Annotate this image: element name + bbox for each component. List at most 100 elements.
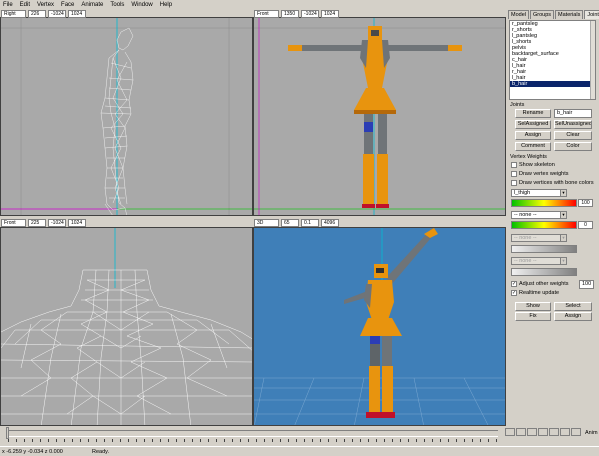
checkbox-box[interactable]: ✓ — [511, 290, 517, 296]
select-value: -- none -- — [514, 212, 537, 218]
far-field[interactable]: 4096 — [321, 219, 339, 227]
chevron-down-icon: ▼ — [560, 190, 566, 196]
zoom-field[interactable]: 226 — [28, 10, 46, 18]
anim-play-button[interactable] — [527, 428, 537, 436]
weight4-slider[interactable] — [511, 268, 577, 276]
panel-tabs: Model Groups Materials Joints — [508, 10, 599, 19]
anim-last-button[interactable] — [549, 428, 559, 436]
joints-section-title: Joints — [510, 102, 525, 108]
checkbox-box[interactable] — [511, 171, 517, 177]
view-select[interactable]: Front — [254, 10, 279, 18]
x-field[interactable]: -1024 — [301, 10, 319, 18]
timeline-thumb[interactable] — [6, 427, 9, 439]
viewport-bottom-right[interactable] — [253, 227, 506, 426]
viewport-toolbar-tr: Front 1350 -1024 1024 — [254, 10, 339, 18]
joint3-select[interactable]: -- none -- ▼ — [511, 234, 567, 242]
checkbox-label: Realtime update — [519, 290, 560, 296]
timeline-track[interactable] — [8, 430, 498, 437]
y-field[interactable]: 1024 — [68, 219, 86, 227]
coordinates-readout: x -6.259 y -0.034 z 0.000 — [2, 448, 63, 455]
wireframe-front-closeup — [1, 228, 252, 425]
view-select[interactable]: Front — [1, 219, 26, 227]
viewport-toolbar-bl: Front 225 -1024 1024 — [1, 219, 86, 227]
joint1-select[interactable]: l_thigh ▼ — [511, 189, 567, 197]
view-select[interactable]: Right — [1, 10, 26, 18]
viewport-top-right[interactable] — [253, 17, 506, 216]
status-text: Ready. — [92, 448, 110, 455]
model-front-view — [254, 18, 505, 215]
animation-timeline: Anim — [0, 426, 599, 446]
color-button[interactable]: Color — [554, 142, 592, 151]
adjust-value-field[interactable]: 100 — [579, 280, 594, 289]
weight2-slider[interactable]: 0 — [511, 221, 593, 229]
comment-button[interactable]: Comment — [515, 142, 551, 151]
zoom-field[interactable]: 1350 — [281, 10, 299, 18]
anim-loop-button[interactable] — [560, 428, 570, 436]
checkbox-box[interactable] — [511, 180, 517, 186]
weight2-value[interactable]: 0 — [578, 221, 593, 229]
tab-model[interactable]: Model — [508, 10, 529, 19]
menu-file[interactable]: File — [3, 2, 13, 8]
show-button[interactable]: Show — [515, 302, 551, 311]
tab-groups[interactable]: Groups — [529, 10, 555, 19]
checkbox-box[interactable]: ✓ — [511, 281, 517, 287]
y-field[interactable]: 1024 — [68, 10, 86, 18]
realtime-update-checkbox[interactable]: ✓ Realtime update — [511, 290, 559, 296]
menu-tools[interactable]: Tools — [110, 2, 124, 8]
view-select[interactable]: 3D — [254, 219, 279, 227]
checkbox-box[interactable] — [511, 162, 517, 168]
status-bar: x -6.259 y -0.034 z 0.000 Ready. — [0, 446, 599, 456]
sel-assigned-button[interactable]: SelAssigned — [515, 120, 551, 129]
chevron-down-icon: ▼ — [560, 235, 566, 241]
viewport-bottom-left[interactable] — [0, 227, 253, 426]
menu-help[interactable]: Help — [160, 2, 172, 8]
joint-list[interactable]: r_pantsleg r_shorts l_pantsleg l_shorts … — [509, 20, 596, 100]
anim-prev-button[interactable] — [516, 428, 526, 436]
fix-button[interactable]: Fix — [515, 312, 551, 321]
show-skeleton-checkbox[interactable]: Show skeleton — [511, 162, 555, 168]
select-value: l_thigh — [514, 190, 531, 196]
tab-joints[interactable]: Joints — [584, 10, 599, 19]
adjust-other-weights-checkbox[interactable]: ✓ Adjust other weights — [511, 281, 569, 287]
menu-vertex[interactable]: Vertex — [37, 2, 54, 8]
anim-label: Anim — [585, 430, 598, 436]
anim-stop-button[interactable] — [571, 428, 581, 436]
weight3-slider[interactable] — [511, 245, 577, 253]
draw-bone-colors-checkbox[interactable]: Draw vertices with bone colors — [511, 180, 594, 186]
select-button[interactable]: Select — [554, 302, 592, 311]
fov-field[interactable]: 65 — [281, 219, 299, 227]
joint4-select[interactable]: -- none -- ▼ — [511, 257, 567, 265]
anim-controls — [505, 428, 581, 436]
x-field[interactable]: -1024 — [48, 10, 66, 18]
draw-vertex-weights-checkbox[interactable]: Draw vertex weights — [511, 171, 569, 177]
assign-button[interactable]: Assign — [515, 131, 551, 140]
chevron-down-icon: ▼ — [560, 258, 566, 264]
sel-unassigned-button[interactable]: SelUnassigned — [554, 120, 592, 129]
zoom-field[interactable]: 225 — [28, 219, 46, 227]
anim-first-button[interactable] — [505, 428, 515, 436]
menu-window[interactable]: Window — [131, 2, 152, 8]
y-field[interactable]: 1024 — [321, 10, 339, 18]
menu-face[interactable]: Face — [61, 2, 74, 8]
weight1-slider[interactable]: 100 — [511, 199, 593, 207]
x-field[interactable]: -1024 — [48, 219, 66, 227]
menu-edit[interactable]: Edit — [20, 2, 30, 8]
clear-button[interactable]: Clear — [554, 131, 592, 140]
tab-materials[interactable]: Materials — [555, 10, 584, 19]
joint-name-field[interactable]: b_hair — [554, 109, 592, 118]
menu-animate[interactable]: Animate — [81, 2, 103, 8]
rename-button[interactable]: Rename — [515, 109, 551, 118]
viewport-top-left[interactable] — [0, 17, 253, 216]
list-scrollbar[interactable] — [590, 21, 595, 99]
select-value: -- none -- — [514, 258, 537, 264]
checkbox-label: Adjust other weights — [519, 281, 569, 287]
weight1-value[interactable]: 100 — [578, 199, 593, 207]
joint2-select[interactable]: -- none -- ▼ — [511, 211, 567, 219]
list-item-selected[interactable]: b_hair — [510, 81, 595, 87]
anim-next-button[interactable] — [538, 428, 548, 436]
right-panel: Model Groups Materials Joints r_pantsleg… — [506, 8, 599, 426]
assign-weights-button[interactable]: Assign — [554, 312, 592, 321]
near-field[interactable]: 0.1 — [301, 219, 319, 227]
select-value: -- none -- — [514, 235, 537, 241]
wireframe-right-view — [1, 18, 252, 215]
